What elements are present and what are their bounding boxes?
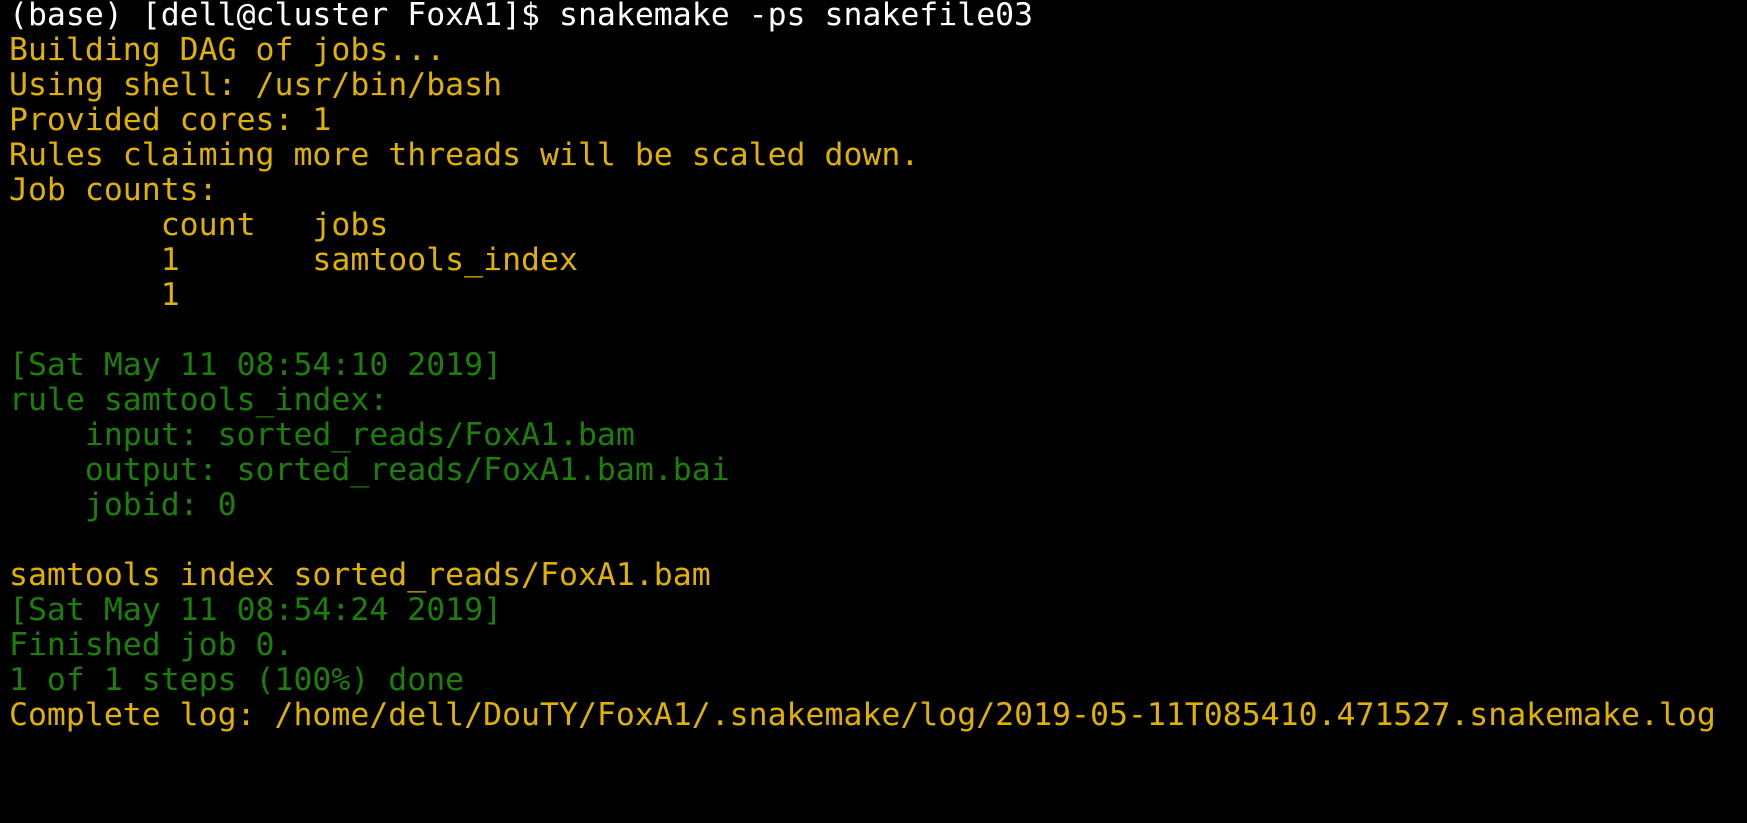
prompt-command-line: (base) [dell@cluster FoxA1]$ snakemake -…: [9, 0, 1034, 33]
output-command-line: samtools index sorted_reads/FoxA1.bam: [9, 557, 711, 593]
output-finished: Finished job 0.: [9, 627, 294, 663]
output-count-header: count jobs: [9, 207, 389, 243]
output-count-total: 1: [9, 277, 180, 313]
output-steps-done: 1 of 1 steps (100%) done: [9, 662, 465, 698]
output-provided-cores: Provided cores: 1: [9, 102, 332, 138]
output-complete-log: Complete log: /home/dell/DouTY/FoxA1/.sn…: [9, 697, 1716, 733]
terminal-window[interactable]: (base) [dell@cluster FoxA1]$ snakemake -…: [0, 0, 1747, 823]
output-timestamp-start: [Sat May 11 08:54:10 2019]: [9, 347, 503, 383]
output-threads-scaled: Rules claiming more threads will be scal…: [9, 137, 920, 173]
output-jobid-line: jobid: 0: [9, 487, 237, 523]
output-using-shell: Using shell: /usr/bin/bash: [9, 67, 503, 103]
output-output-line: output: sorted_reads/FoxA1.bam.bai: [9, 452, 730, 488]
output-job-counts: Job counts:: [9, 172, 218, 208]
output-timestamp-end: [Sat May 11 08:54:24 2019]: [9, 592, 503, 628]
output-rule-line: rule samtools_index:: [9, 382, 389, 418]
output-count-row: 1 samtools_index: [9, 242, 578, 278]
output-building-dag: Building DAG of jobs...: [9, 32, 446, 68]
output-input-line: input: sorted_reads/FoxA1.bam: [9, 417, 635, 453]
